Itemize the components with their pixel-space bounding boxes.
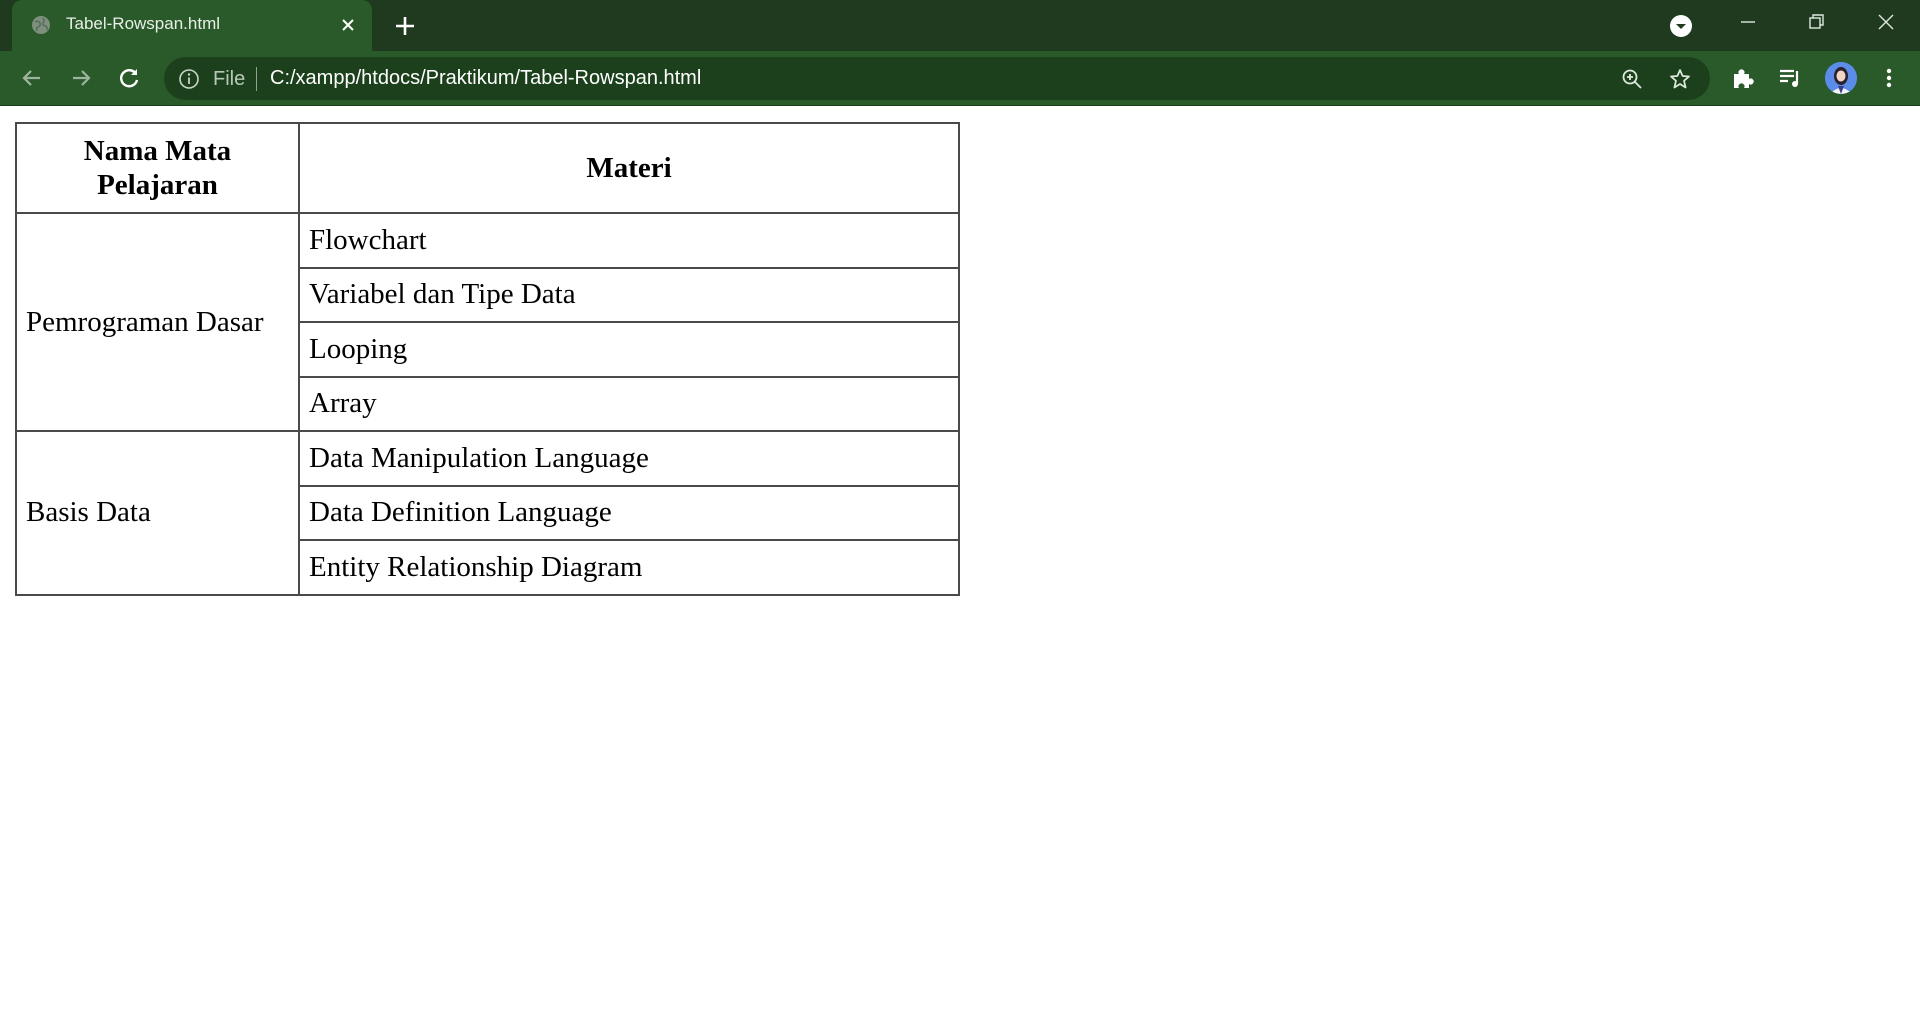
header-subject: Nama Mata Pelajaran: [15, 122, 300, 214]
playlist-icon[interactable]: [1777, 65, 1803, 91]
reload-icon[interactable]: [116, 65, 142, 91]
kebab-menu-icon[interactable]: [1876, 65, 1902, 91]
close-icon[interactable]: [1872, 10, 1900, 34]
address-bar[interactable]: File C:/xampp/htdocs/Praktikum/Tabel-Row…: [164, 57, 1710, 100]
materi-cell: Looping: [298, 321, 960, 378]
page-content: Nama Mata Pelajaran Materi Pemrograman D…: [0, 106, 1920, 1020]
star-icon[interactable]: [1668, 67, 1692, 91]
arrow-left-icon[interactable]: [19, 65, 45, 91]
subject-cell: Pemrograman Dasar: [15, 212, 300, 432]
divider: [256, 67, 257, 91]
materi-cell: Data Manipulation Language: [298, 430, 960, 487]
security-label: File: [213, 68, 246, 90]
globe-icon: [32, 16, 50, 34]
browser-toolbar: File C:/xampp/htdocs/Praktikum/Tabel-Row…: [0, 51, 1920, 106]
close-icon[interactable]: [338, 15, 358, 35]
zoom-icon[interactable]: [1620, 67, 1644, 91]
table-row: Pemrograman Dasar Flowchart: [15, 212, 960, 432]
chevron-down-icon[interactable]: [1668, 13, 1694, 39]
puzzle-icon[interactable]: [1730, 65, 1756, 91]
materi-cell: Entity Relationship Diagram: [298, 539, 960, 596]
restore-icon[interactable]: [1802, 10, 1830, 34]
table-row: Basis Data Data Manipulation Language: [15, 430, 960, 596]
table-header-row: Nama Mata Pelajaran Materi: [15, 122, 960, 214]
arrow-right-icon[interactable]: [68, 65, 94, 91]
materi-cell: Flowchart: [298, 212, 960, 269]
subject-table: Nama Mata Pelajaran Materi Pemrograman D…: [15, 122, 960, 596]
browser-tab[interactable]: Tabel-Rowspan.html: [12, 0, 372, 51]
tab-title: Tabel-Rowspan.html: [66, 14, 221, 33]
materi-cell: Array: [298, 375, 960, 432]
minimize-icon[interactable]: [1734, 10, 1762, 34]
profile-picture-icon: [1825, 62, 1857, 94]
tab-strip: Tabel-Rowspan.html: [0, 0, 1920, 51]
materi-cell: Data Definition Language: [298, 484, 960, 541]
url-text[interactable]: C:/xampp/htdocs/Praktikum/Tabel-Rowspan.…: [270, 67, 701, 90]
info-icon[interactable]: [178, 68, 200, 90]
plus-icon[interactable]: [392, 13, 418, 39]
header-materi: Materi: [298, 122, 960, 214]
subject-cell: Basis Data: [15, 430, 300, 596]
materi-cell: Variabel dan Tipe Data: [298, 266, 960, 323]
avatar[interactable]: [1825, 62, 1857, 94]
